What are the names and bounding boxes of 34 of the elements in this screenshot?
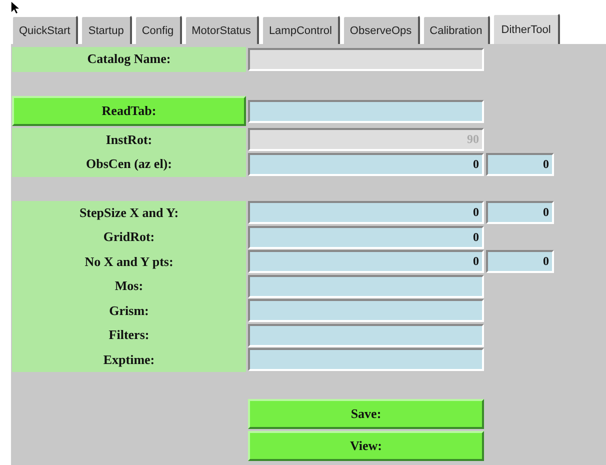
field-label: StepSize X and Y:	[12, 200, 246, 225]
input-field[interactable]: 0	[248, 226, 484, 249]
tab[interactable]: ObserveOps	[342, 15, 420, 44]
input-field[interactable]	[248, 299, 484, 322]
input-field[interactable]	[248, 324, 484, 347]
field-label: No X and Y pts:	[12, 250, 246, 274]
cursor-icon	[10, 0, 20, 15]
field-label: Catalog Name:	[12, 47, 246, 72]
field-label: Mos:	[12, 274, 246, 298]
tab[interactable]: Config	[134, 15, 182, 44]
action-button[interactable]: View:	[248, 431, 484, 461]
field-label: Exptime:	[12, 348, 246, 372]
field-label: Filters:	[12, 323, 246, 348]
tab[interactable]: DitherTool	[492, 13, 560, 44]
input-field[interactable]	[248, 274, 484, 298]
input-field[interactable]: 0	[248, 152, 484, 176]
tab[interactable]: Calibration	[422, 15, 490, 44]
input-field[interactable]: 0	[248, 250, 484, 274]
tab[interactable]: QuickStart	[11, 15, 78, 44]
input-field[interactable]: 0	[486, 250, 554, 274]
action-button[interactable]: Save:	[248, 399, 484, 429]
field-label: ObsCen (az el):	[12, 152, 246, 176]
read-tab-button[interactable]: ReadTab:	[12, 96, 246, 126]
tab[interactable]: Startup	[80, 15, 132, 44]
tab[interactable]: LampControl	[260, 15, 340, 44]
tab[interactable]: MotorStatus	[184, 15, 259, 44]
input-field[interactable]	[248, 100, 484, 122]
input-field[interactable]	[248, 348, 484, 372]
input-field[interactable]: 0	[248, 201, 484, 224]
field-label: Grism:	[12, 298, 246, 323]
input-field[interactable]: 0	[486, 201, 554, 224]
field-label: InstRot:	[12, 128, 246, 152]
field-label: GridRot:	[12, 225, 246, 250]
input-field[interactable]: 0	[486, 152, 554, 176]
